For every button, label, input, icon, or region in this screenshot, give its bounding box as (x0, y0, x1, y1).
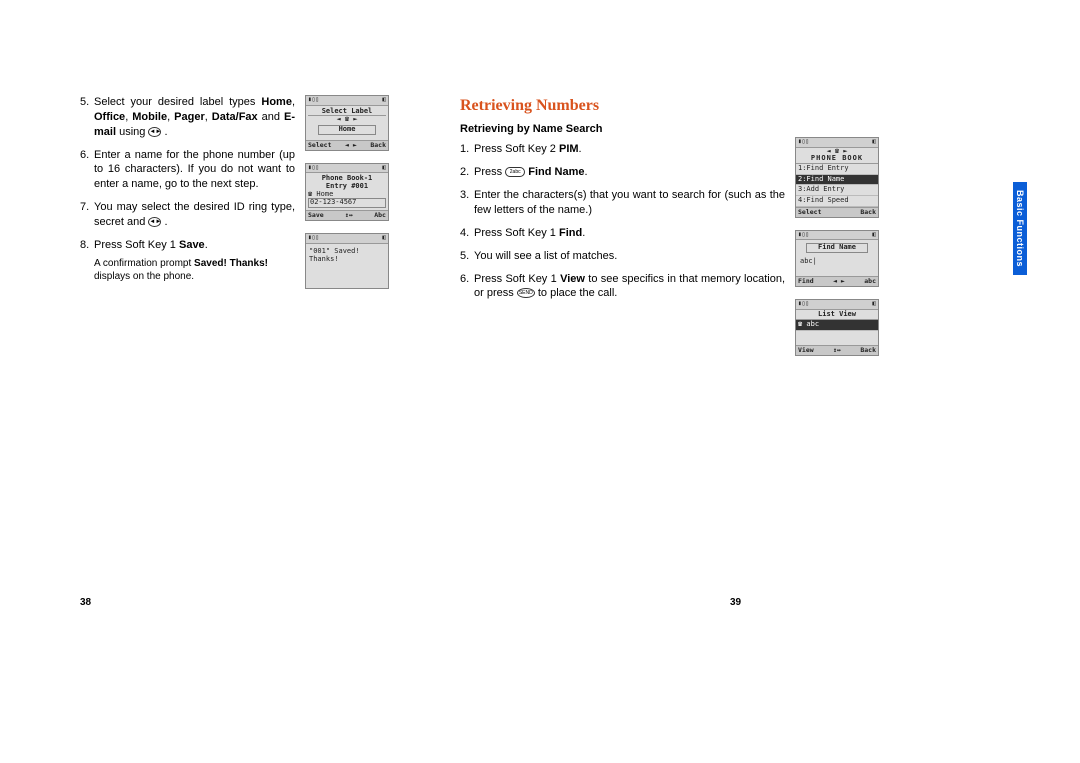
step-text: Enter a name for the phone number (up to… (94, 149, 295, 191)
r-step-2: 2. Press 2abc Find Name. (460, 165, 785, 180)
nav-key-icon: ◄► (148, 217, 161, 227)
right-text-column: Retrieving Numbers Retrieving by Name Se… (460, 95, 785, 368)
softkey-nav: ◄ ► (345, 142, 357, 149)
softkey-2: Back (370, 142, 386, 149)
battery-icon: ◧ (382, 97, 386, 104)
battery-icon: ◧ (872, 232, 876, 239)
page-39: Retrieving Numbers Retrieving by Name Se… (460, 95, 880, 368)
label-pager: Pager (174, 111, 205, 123)
softkey-2: abc (864, 278, 876, 285)
label-home: Home (261, 96, 292, 108)
signal-icon: ▮▯▯ (798, 232, 809, 239)
page-number-right: 39 (730, 597, 741, 608)
sub-title: Retrieving by Name Search (460, 122, 785, 137)
r-step-6: 6. Press Soft Key 1 View to see specific… (460, 272, 785, 302)
softkey-nav: ↕↔ (833, 347, 841, 354)
phone-screen-phonebook-menu: ▮▯▯◧ ◄ ☎ ► PHONE BOOK 1:Find Entry 2:Fin… (795, 137, 879, 218)
step-5: 5. Select your desired label types Home,… (80, 95, 295, 140)
signal-icon: ▮▯▯ (308, 97, 319, 104)
battery-icon: ◧ (382, 165, 386, 172)
softkey-nav: ↕↔ (345, 212, 353, 219)
label-mobile: Mobile (132, 111, 167, 123)
step-number: 8. (80, 238, 89, 253)
left-screens-column: ▮▯▯◧ Select Label ◄ ☎ ► Home Select◄ ►Ba… (305, 95, 390, 368)
r-step-1: 1. Press Soft Key 2 PIM. (460, 142, 785, 157)
phone-screen-saved-confirm: ▮▯▯◧ "001" Saved! Thanks! (305, 233, 389, 289)
r-step-4: 4. Press Soft Key 1 Find. (460, 226, 785, 241)
page-number-left: 38 (80, 597, 91, 608)
page-38: 5. Select your desired label types Home,… (80, 95, 390, 368)
softkey-2: Back (860, 209, 876, 216)
step-number: 6. (80, 148, 89, 163)
step-text: Press Soft Key 1 (94, 239, 179, 251)
nav-key-icon: ◄► (148, 127, 161, 137)
softkey-nav: ◄ ► (833, 278, 845, 285)
r-step-5: 5. You will see a list of matches. (460, 249, 785, 264)
send-key-icon: SEND (517, 288, 535, 298)
step-7: 7. You may select the desired ID ring ty… (80, 200, 295, 230)
softkey-1: Select (308, 142, 331, 149)
softkey-1: Find (798, 278, 814, 285)
battery-icon: ◧ (872, 139, 876, 146)
left-text-column: 5. Select your desired label types Home,… (80, 95, 295, 368)
battery-icon: ◧ (872, 301, 876, 308)
step-6: 6. Enter a name for the phone number (up… (80, 148, 295, 193)
signal-icon: ▮▯▯ (308, 235, 319, 242)
phone-screen-phonebook-entry: ▮▯▯◧ Phone Book-1 Entry #001 ☎ Home 02-1… (305, 163, 389, 221)
phone-screen-select-label: ▮▯▯◧ Select Label ◄ ☎ ► Home Select◄ ►Ba… (305, 95, 389, 151)
label-office: Office (94, 111, 125, 123)
section-tab: Basic Functions (1013, 182, 1027, 275)
softkey-1: View (798, 347, 814, 354)
step-number: 5. (80, 95, 89, 110)
step-text: Select your desired label types (94, 96, 261, 108)
signal-icon: ▮▯▯ (798, 139, 809, 146)
arrow-selector: ◄ ☎ ► (308, 116, 386, 124)
softkey-2: Abc (374, 212, 386, 219)
softkey-1: Select (798, 209, 821, 216)
selected-label: Home (318, 125, 376, 135)
softkey-2: Back (860, 347, 876, 354)
signal-icon: ▮▯▯ (798, 301, 809, 308)
r-step-3: 3. Enter the characters(s) that you want… (460, 188, 785, 218)
step-8: 8. Press Soft Key 1 Save. (80, 238, 295, 253)
right-screens-column: ▮▯▯◧ ◄ ☎ ► PHONE BOOK 1:Find Entry 2:Fin… (795, 95, 880, 368)
signal-icon: ▮▯▯ (308, 165, 319, 172)
label-datafax: Data/Fax (212, 111, 258, 123)
battery-icon: ◧ (382, 235, 386, 242)
phone-screen-find-name: ▮▯▯◧ Find Name abc| Find◄ ►abc (795, 230, 879, 287)
step-number: 7. (80, 200, 89, 215)
save-label: Save (179, 239, 205, 251)
phone-screen-list-view: ▮▯▯◧ List View ☎ abc View↕↔Back (795, 299, 879, 356)
softkey-1: Save (308, 212, 324, 219)
step-text: You may select the desired ID ring type,… (94, 201, 295, 228)
key-2abc-icon: 2abc (505, 167, 525, 177)
section-title: Retrieving Numbers (460, 95, 785, 117)
confirmation-note: A confirmation prompt Saved! Thanks! dis… (80, 257, 295, 284)
